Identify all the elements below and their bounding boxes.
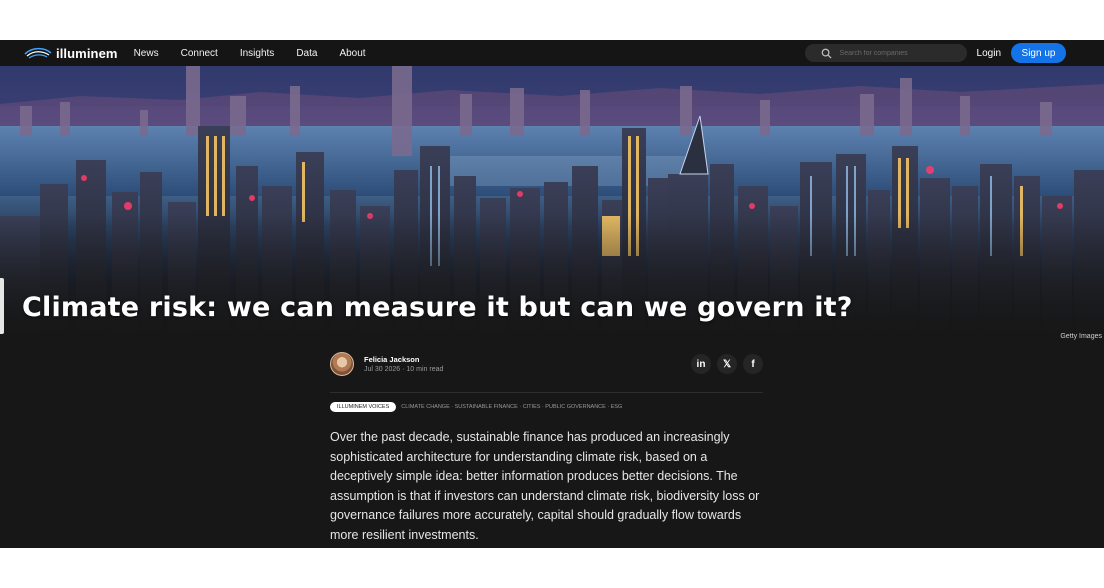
search-input[interactable] — [839, 49, 950, 57]
hero-image: Climate risk: we can measure it but can … — [0, 66, 1104, 336]
search-bar[interactable] — [804, 44, 967, 62]
nav-right: Login Sign up — [804, 43, 1104, 63]
article-title: Climate risk: we can measure it but can … — [22, 292, 853, 323]
x-icon[interactable]: 𝕏 — [717, 354, 737, 374]
page-frame: illuminem News Connect Insights Data Abo… — [0, 40, 1104, 548]
divider — [330, 392, 763, 393]
author-name[interactable]: Felicia Jackson — [364, 355, 443, 364]
linkedin-icon[interactable]: in — [691, 354, 711, 374]
category-pill[interactable]: ILLUMINEM VOICES — [330, 402, 397, 412]
nav-link-about[interactable]: About — [339, 48, 365, 59]
topic-tags[interactable]: CLIMATE CHANGE · SUSTAINABLE FINANCE · C… — [401, 404, 622, 410]
nav-links: News Connect Insights Data About — [134, 48, 388, 59]
publish-date: Jul 30 2026 · 10 min read — [364, 366, 444, 373]
nav-link-insights[interactable]: Insights — [240, 48, 274, 59]
logo-icon — [24, 47, 52, 59]
search-icon — [821, 48, 832, 59]
signup-button[interactable]: Sign up — [1011, 43, 1066, 63]
article-body: Over the past decade, sustainable financ… — [330, 430, 760, 542]
top-navbar: illuminem News Connect Insights Data Abo… — [0, 40, 1104, 66]
share-buttons: in 𝕏 f — [685, 354, 763, 374]
facebook-icon[interactable]: f — [743, 354, 763, 374]
brand-logo[interactable]: illuminem — [24, 45, 118, 61]
nav-link-data[interactable]: Data — [296, 48, 317, 59]
nav-link-connect[interactable]: Connect — [181, 48, 218, 59]
tag-row: ILLUMINEM VOICES CLIMATE CHANGE · SUSTAI… — [330, 402, 622, 412]
author-row: Felicia Jackson Jul 30 2026 · 10 min rea… — [330, 350, 763, 378]
author-meta: Felicia Jackson Jul 30 2026 · 10 min rea… — [364, 355, 443, 373]
login-link[interactable]: Login — [977, 48, 1001, 59]
brand-name: illuminem — [56, 45, 118, 61]
image-credit: Getty Images — [1060, 333, 1102, 340]
nav-link-news[interactable]: News — [134, 48, 159, 59]
avatar[interactable] — [330, 352, 354, 376]
side-tab-handle[interactable] — [0, 278, 4, 334]
